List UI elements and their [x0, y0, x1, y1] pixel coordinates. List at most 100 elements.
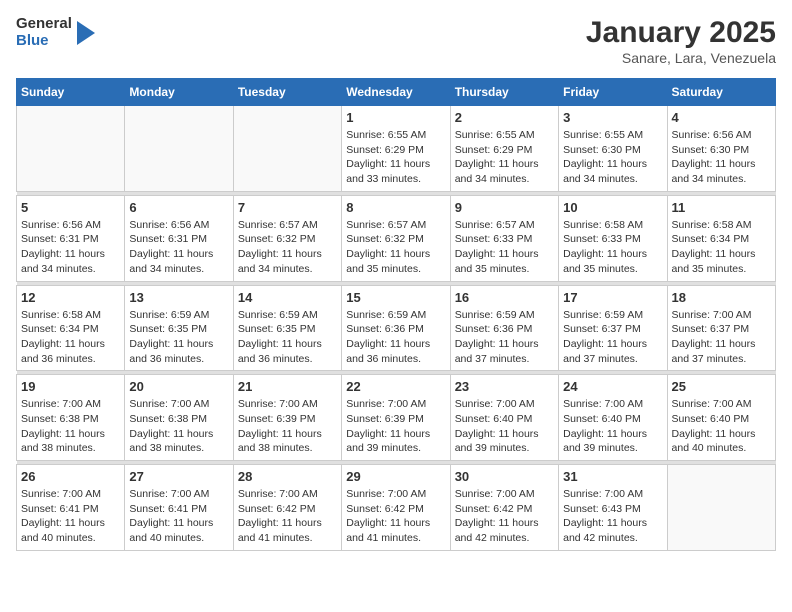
day-number: 25	[672, 379, 771, 394]
calendar-header-row: SundayMondayTuesdayWednesdayThursdayFrid…	[17, 79, 776, 106]
day-info: Sunrise: 7:00 AM Sunset: 6:41 PM Dayligh…	[21, 487, 120, 546]
calendar-cell: 18 Sunrise: 7:00 AM Sunset: 6:37 PM Dayli…	[667, 285, 775, 371]
calendar-cell: 17 Sunrise: 6:59 AM Sunset: 6:37 PM Dayli…	[559, 285, 667, 371]
title-block: January 2025 Sanare, Lara, Venezuela	[586, 16, 776, 66]
calendar-cell	[125, 106, 233, 192]
month-title: January 2025	[586, 16, 776, 50]
calendar-cell	[667, 465, 775, 551]
logo-blue: Blue	[16, 33, 72, 50]
calendar-cell: 5Sunrise: 6:56 AM Sunset: 6:31 PM Daylig…	[17, 195, 125, 281]
day-info: Sunrise: 7:00 AM Sunset: 6:40 PM Dayligh…	[563, 397, 662, 456]
day-info: Sunrise: 7:00 AM Sunset: 6:40 PM Dayligh…	[455, 397, 554, 456]
calendar-cell: 14 Sunrise: 6:59 AM Sunset: 6:35 PM Dayli…	[233, 285, 341, 371]
day-number: 16	[455, 290, 554, 305]
day-number: 10	[563, 200, 662, 215]
calendar-week-row: 19 Sunrise: 7:00 AM Sunset: 6:38 PM Dayli…	[17, 375, 776, 461]
day-number: 19	[21, 379, 120, 394]
calendar-cell: 4 Sunrise: 6:56 AM Sunset: 6:30 PM Daylig…	[667, 106, 775, 192]
logo-chevron-icon	[75, 19, 97, 47]
day-number: 11	[672, 200, 771, 215]
day-info: Sunrise: 6:56 AM Sunset: 6:30 PM Dayligh…	[672, 128, 771, 187]
day-number: 8	[346, 200, 445, 215]
day-info: Sunrise: 6:58 AM Sunset: 6:33 PM Dayligh…	[563, 218, 662, 277]
day-number: 12	[21, 290, 120, 305]
day-info: Sunrise: 6:58 AM Sunset: 6:34 PM Dayligh…	[672, 218, 771, 277]
calendar-cell: 9 Sunrise: 6:57 AM Sunset: 6:33 PM Daylig…	[450, 195, 558, 281]
calendar-cell: 28Sunrise: 7:00 AM Sunset: 6:42 PM Dayli…	[233, 465, 341, 551]
weekday-header-friday: Friday	[559, 79, 667, 106]
day-number: 4	[672, 110, 771, 125]
calendar-cell: 11 Sunrise: 6:58 AM Sunset: 6:34 PM Dayli…	[667, 195, 775, 281]
calendar-cell: 1Sunrise: 6:55 AM Sunset: 6:29 PM Daylig…	[342, 106, 450, 192]
day-info: Sunrise: 7:00 AM Sunset: 6:37 PM Dayligh…	[672, 308, 771, 367]
weekday-header-wednesday: Wednesday	[342, 79, 450, 106]
calendar-cell: 23 Sunrise: 7:00 AM Sunset: 6:40 PM Dayli…	[450, 375, 558, 461]
weekday-header-saturday: Saturday	[667, 79, 775, 106]
day-info: Sunrise: 6:57 AM Sunset: 6:32 PM Dayligh…	[238, 218, 337, 277]
day-number: 20	[129, 379, 228, 394]
calendar-cell: 7 Sunrise: 6:57 AM Sunset: 6:32 PM Daylig…	[233, 195, 341, 281]
logo-block: General Blue	[16, 16, 97, 49]
calendar-cell: 30Sunrise: 7:00 AM Sunset: 6:42 PM Dayli…	[450, 465, 558, 551]
calendar-cell: 19 Sunrise: 7:00 AM Sunset: 6:38 PM Dayli…	[17, 375, 125, 461]
day-number: 23	[455, 379, 554, 394]
day-number: 31	[563, 469, 662, 484]
day-number: 13	[129, 290, 228, 305]
day-number: 5	[21, 200, 120, 215]
day-info: Sunrise: 7:00 AM Sunset: 6:41 PM Dayligh…	[129, 487, 228, 546]
day-info: Sunrise: 6:59 AM Sunset: 6:35 PM Dayligh…	[129, 308, 228, 367]
calendar-week-row: 12 Sunrise: 6:58 AM Sunset: 6:34 PM Dayli…	[17, 285, 776, 371]
day-number: 30	[455, 469, 554, 484]
calendar-cell: 10 Sunrise: 6:58 AM Sunset: 6:33 PM Dayli…	[559, 195, 667, 281]
calendar-cell: 22Sunrise: 7:00 AM Sunset: 6:39 PM Dayli…	[342, 375, 450, 461]
day-info: Sunrise: 6:59 AM Sunset: 6:35 PM Dayligh…	[238, 308, 337, 367]
weekday-header-tuesday: Tuesday	[233, 79, 341, 106]
calendar-cell: 15Sunrise: 6:59 AM Sunset: 6:36 PM Dayli…	[342, 285, 450, 371]
day-info: Sunrise: 6:55 AM Sunset: 6:29 PM Dayligh…	[455, 128, 554, 187]
location: Sanare, Lara, Venezuela	[586, 50, 776, 66]
day-number: 27	[129, 469, 228, 484]
weekday-header-thursday: Thursday	[450, 79, 558, 106]
day-number: 6	[129, 200, 228, 215]
logo-general: General	[16, 16, 72, 33]
day-number: 21	[238, 379, 337, 394]
calendar-cell: 2 Sunrise: 6:55 AM Sunset: 6:29 PM Daylig…	[450, 106, 558, 192]
day-info: Sunrise: 7:00 AM Sunset: 6:43 PM Dayligh…	[563, 487, 662, 546]
calendar-week-row: 26 Sunrise: 7:00 AM Sunset: 6:41 PM Dayli…	[17, 465, 776, 551]
day-info: Sunrise: 6:56 AM Sunset: 6:31 PM Dayligh…	[129, 218, 228, 277]
day-number: 15	[346, 290, 445, 305]
day-number: 22	[346, 379, 445, 394]
day-number: 18	[672, 290, 771, 305]
calendar-cell: 27 Sunrise: 7:00 AM Sunset: 6:41 PM Dayli…	[125, 465, 233, 551]
day-number: 17	[563, 290, 662, 305]
calendar-cell: 3Sunrise: 6:55 AM Sunset: 6:30 PM Daylig…	[559, 106, 667, 192]
day-info: Sunrise: 7:00 AM Sunset: 6:40 PM Dayligh…	[672, 397, 771, 456]
day-info: Sunrise: 6:57 AM Sunset: 6:33 PM Dayligh…	[455, 218, 554, 277]
calendar-cell	[17, 106, 125, 192]
calendar-week-row: 5 Sunrise: 6:56 AM Sunset: 6:31 PM Daylig…	[17, 195, 776, 281]
day-number: 2	[455, 110, 554, 125]
day-info: Sunrise: 7:00 AM Sunset: 6:38 PM Dayligh…	[129, 397, 228, 456]
day-info: Sunrise: 6:55 AM Sunset: 6:30 PM Dayligh…	[563, 128, 662, 187]
day-info: Sunrise: 6:58 AM Sunset: 6:34 PM Dayligh…	[21, 308, 120, 367]
calendar-cell: 29Sunrise: 7:00 AM Sunset: 6:42 PM Dayli…	[342, 465, 450, 551]
day-info: Sunrise: 6:57 AM Sunset: 6:32 PM Dayligh…	[346, 218, 445, 277]
day-number: 1	[346, 110, 445, 125]
day-number: 14	[238, 290, 337, 305]
calendar-cell: 26 Sunrise: 7:00 AM Sunset: 6:41 PM Dayli…	[17, 465, 125, 551]
calendar-cell: 21 Sunrise: 7:00 AM Sunset: 6:39 PM Dayli…	[233, 375, 341, 461]
day-info: Sunrise: 6:59 AM Sunset: 6:37 PM Dayligh…	[563, 308, 662, 367]
day-number: 9	[455, 200, 554, 215]
day-number: 7	[238, 200, 337, 215]
day-info: Sunrise: 7:00 AM Sunset: 6:38 PM Dayligh…	[21, 397, 120, 456]
calendar-cell: 31 Sunrise: 7:00 AM Sunset: 6:43 PM Dayli…	[559, 465, 667, 551]
calendar-cell: 25 Sunrise: 7:00 AM Sunset: 6:40 PM Dayli…	[667, 375, 775, 461]
day-number: 26	[21, 469, 120, 484]
day-info: Sunrise: 7:00 AM Sunset: 6:42 PM Dayligh…	[238, 487, 337, 546]
day-info: Sunrise: 7:00 AM Sunset: 6:39 PM Dayligh…	[238, 397, 337, 456]
weekday-header-monday: Monday	[125, 79, 233, 106]
weekday-header-sunday: Sunday	[17, 79, 125, 106]
calendar-cell: 12 Sunrise: 6:58 AM Sunset: 6:34 PM Dayli…	[17, 285, 125, 371]
calendar-table: SundayMondayTuesdayWednesdayThursdayFrid…	[16, 78, 776, 551]
calendar-cell: 16Sunrise: 6:59 AM Sunset: 6:36 PM Dayli…	[450, 285, 558, 371]
